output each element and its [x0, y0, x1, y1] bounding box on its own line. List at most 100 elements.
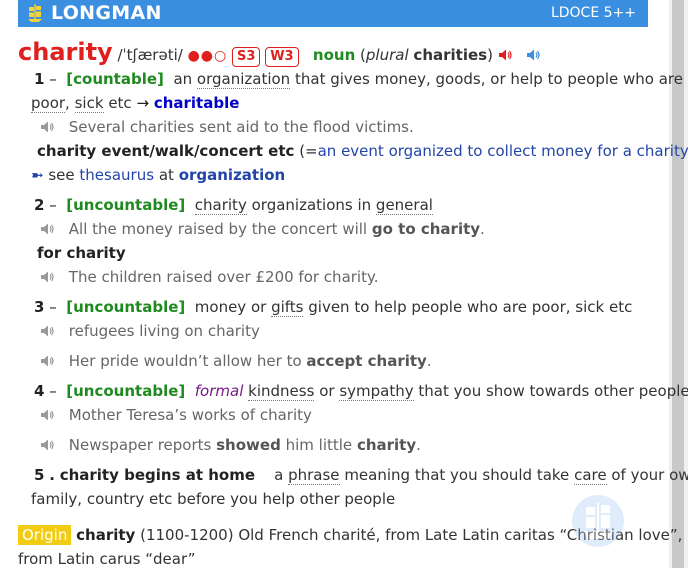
definition-text: , — [65, 94, 70, 112]
definition-link[interactable]: kindness — [248, 382, 315, 401]
sense-1-definition-cont: poor, sick etc → charitable — [31, 93, 239, 113]
example-sentence: Several charities sent aid to the flood … — [68, 118, 414, 136]
sense-dash: – — [49, 196, 57, 214]
sense-number: 5 — [34, 466, 45, 484]
pronunciation: /ˈtʃærəti/ — [117, 46, 183, 64]
example-row: All the money raised by the concert will… — [40, 219, 485, 239]
thesaurus-link[interactable]: thesaurus — [79, 166, 154, 184]
example-sentence: Newspaper reports — [68, 436, 212, 454]
definition-text: organizations in — [251, 196, 372, 214]
sense-number: 4 — [34, 382, 45, 400]
see-also-row: ➼ see thesaurus at organization — [31, 165, 285, 185]
definition-link[interactable]: sympathy — [339, 382, 414, 401]
example-sentence: . — [426, 352, 432, 370]
definition-link[interactable]: general — [375, 196, 433, 215]
sense-dash: – — [49, 298, 57, 316]
brand-name: LONGMAN — [51, 2, 162, 24]
definition-link[interactable]: charity — [194, 196, 247, 215]
gloss-open: (= — [299, 142, 318, 160]
example-highlight: accept charity — [306, 352, 427, 370]
app-header: LONGMAN LDOCE 5++ — [18, 0, 648, 27]
plural-form: charities — [413, 46, 488, 64]
watermark-ship-icon — [572, 495, 624, 547]
sense-3-definition: 3 – [uncountable] money or gifts given t… — [34, 297, 632, 317]
example-sentence: . — [416, 436, 421, 454]
phrase-row: for charity — [37, 243, 126, 263]
sense-dot: . — [49, 466, 55, 484]
see-pointer-icon: ➼ — [31, 166, 44, 184]
speaker-icon[interactable] — [40, 120, 54, 134]
example-row: Her pride wouldn’t allow her to accept c… — [40, 351, 432, 371]
example-sentence: Mother Teresa’s works of charity — [68, 406, 312, 424]
sense-dash: – — [49, 70, 57, 88]
origin-tag: Origin — [18, 525, 72, 545]
see-at: at — [158, 166, 174, 184]
origin-word: charity — [76, 526, 136, 544]
see-label: see — [48, 166, 75, 184]
grammar-code: [uncountable] — [66, 382, 186, 400]
definition-text: family, country etc before you help othe… — [31, 490, 396, 508]
example-sentence: him little — [285, 436, 353, 454]
speaker-icon[interactable] — [40, 222, 54, 236]
speaker-icon[interactable] — [40, 408, 54, 422]
speaker-icon[interactable] — [40, 438, 54, 452]
written-frequency-badge: W3 — [265, 47, 299, 67]
frequency-dots: ●●○ — [187, 48, 228, 64]
origin-row-cont: from Latin carus “dear” — [18, 549, 196, 569]
cross-ref-arrow: → — [136, 94, 150, 112]
speaker-blue-icon[interactable] — [526, 48, 540, 62]
example-highlight: showed — [216, 436, 281, 454]
definition-text: that you show towards other people — [418, 382, 688, 400]
example-sentence: The children raised over £200 for charit… — [68, 268, 379, 286]
definition-link[interactable]: phrase — [288, 466, 340, 485]
plural-label: plural — [365, 46, 409, 64]
example-sentence: Her pride wouldn’t allow her to — [68, 352, 302, 370]
spoken-frequency-badge: S3 — [232, 47, 261, 67]
definition-link[interactable]: organization — [196, 70, 291, 89]
speaker-icon[interactable] — [40, 270, 54, 284]
definition-text: given to help people who are poor, sick … — [308, 298, 633, 316]
part-of-speech: noun — [312, 46, 356, 64]
grammar-code: [uncountable] — [66, 196, 186, 214]
example-sentence: refugees living on charity — [68, 322, 260, 340]
collocation-row: charity event/walk/concert etc (=an even… — [37, 141, 688, 161]
sense-number: 3 — [34, 298, 45, 316]
example-highlight: go to charity — [371, 220, 481, 238]
cross-ref-link[interactable]: charitable — [154, 94, 240, 112]
thesaurus-target-link[interactable]: organization — [179, 166, 286, 184]
sense-dash: – — [49, 382, 57, 400]
sense-5-definition: 5 . charity begins at home a phrase mean… — [34, 465, 688, 485]
collocation-gloss: an event organized to collect money for … — [317, 142, 688, 160]
longman-ship-icon — [28, 4, 42, 22]
edition-label: LDOCE 5++ — [550, 5, 636, 21]
example-row: Several charities sent aid to the flood … — [40, 117, 414, 137]
sense-4-definition: 4 – [uncountable] formal kindness or sym… — [34, 381, 688, 401]
idiom-phrase: charity begins at home — [59, 466, 256, 484]
speaker-icon[interactable] — [40, 324, 54, 338]
sense-1-definition: 1 – [countable] an organization that giv… — [34, 69, 683, 89]
headword: charity — [18, 38, 113, 66]
definition-text: or — [319, 382, 335, 400]
speaker-red-icon[interactable] — [498, 48, 512, 62]
definition-text: a — [274, 466, 284, 484]
definition-text: of your own — [611, 466, 688, 484]
definition-link[interactable]: poor — [31, 94, 66, 113]
definition-text: an — [173, 70, 193, 88]
grammar-pattern: for charity — [37, 244, 126, 262]
example-row: Newspaper reports showed him little char… — [40, 435, 421, 455]
register-label: formal — [194, 382, 244, 400]
definition-text: etc — [108, 94, 132, 112]
definition-link[interactable]: gifts — [271, 298, 304, 317]
speaker-icon[interactable] — [40, 354, 54, 368]
example-sentence: . — [480, 220, 485, 238]
grammar-code: [countable] — [66, 70, 164, 88]
definition-link[interactable]: care — [574, 466, 607, 485]
example-sentence: All the money raised by the concert will — [68, 220, 368, 238]
sense-number: 2 — [34, 196, 45, 214]
example-row: The children raised over £200 for charit… — [40, 267, 378, 287]
definition-link[interactable]: sick — [74, 94, 104, 113]
example-highlight: charity — [356, 436, 417, 454]
sense-2-definition: 2 – [uncountable] charity organizations … — [34, 195, 433, 215]
collocation: charity event/walk/concert etc — [37, 142, 295, 160]
definition-text: money or — [194, 298, 267, 316]
